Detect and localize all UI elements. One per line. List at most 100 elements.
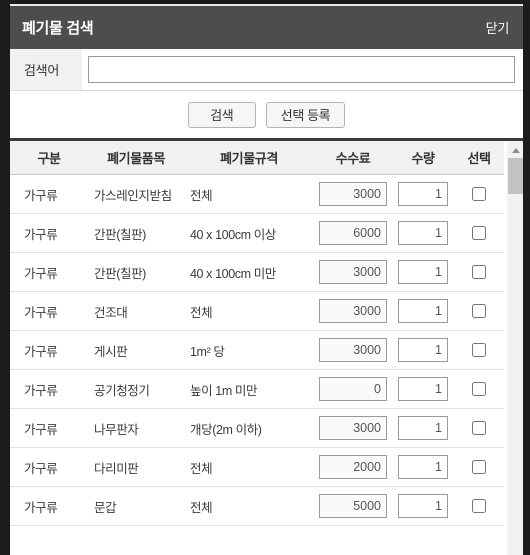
cell-gubun: 가구류 — [10, 447, 88, 487]
column-header-spec: 폐기물규격 — [184, 141, 314, 175]
select-checkbox[interactable] — [472, 343, 486, 358]
quantity-input[interactable] — [398, 338, 448, 362]
cell-gubun: 가구류 — [10, 486, 88, 526]
cell-select — [454, 408, 504, 448]
cell-qty — [392, 291, 454, 331]
cell-item: 문갑 — [88, 486, 184, 526]
waste-results-table: 구분 폐기물품목 폐기물규격 수수료 수량 선택 가구류가스레인지받침전체가구류… — [10, 141, 504, 526]
table-header-row: 구분 폐기물품목 폐기물규격 수수료 수량 선택 — [10, 141, 504, 175]
cell-spec: 전체 — [184, 447, 314, 487]
cell-item: 다리미판 — [88, 447, 184, 487]
select-checkbox[interactable] — [472, 382, 486, 397]
cell-select — [454, 213, 504, 253]
cell-gubun: 가구류 — [10, 252, 88, 292]
cell-spec: 전체 — [184, 291, 314, 331]
cell-item: 게시판 — [88, 330, 184, 370]
browser-chrome: 폐기물 검색 닫기 검색어 검색 선택 등록 구분 폐기물품목 폐기물규격 수수… — [0, 0, 530, 555]
scrollbar-thumb[interactable] — [508, 158, 523, 194]
table-row: 가구류 간판(칠판) 40 x 100cm 미만 — [10, 252, 504, 292]
cell-select — [454, 174, 504, 214]
select-checkbox[interactable] — [472, 187, 486, 202]
cell-item: 건조대 — [88, 291, 184, 331]
select-checkbox[interactable] — [472, 460, 486, 475]
table-row: 가구류 간판(칠판) 40 x 100cm 이상 — [10, 213, 504, 253]
cell-fee — [314, 252, 392, 292]
cell-gubun: 가구류 — [10, 330, 88, 370]
cell-qty — [392, 408, 454, 448]
dialog-titlebar: 폐기물 검색 닫기 — [10, 6, 523, 49]
select-checkbox[interactable] — [472, 265, 486, 280]
select-checkbox[interactable] — [472, 499, 486, 514]
cell-spec: 1m² 당 — [184, 330, 314, 370]
fee-input[interactable] — [319, 377, 387, 401]
cell-fee — [314, 213, 392, 253]
results-scrollbar[interactable] — [506, 141, 523, 555]
column-header-fee: 수수료 — [314, 141, 392, 175]
cell-fee — [314, 447, 392, 487]
quantity-input[interactable] — [398, 260, 448, 284]
cell-select — [454, 330, 504, 370]
cell-gubun: 가구류 — [10, 213, 88, 253]
cell-gubun: 가구류 — [10, 291, 88, 331]
cell-gubun: 가구류 — [10, 174, 88, 214]
cell-fee — [314, 174, 392, 214]
column-header-gubun: 구분 — [10, 141, 88, 175]
search-input-cell — [82, 49, 523, 90]
scroll-up-arrow-icon[interactable] — [507, 143, 523, 157]
select-checkbox[interactable] — [472, 226, 486, 241]
quantity-input[interactable] — [398, 182, 448, 206]
cell-qty — [392, 447, 454, 487]
cell-qty — [392, 252, 454, 292]
cell-fee — [314, 369, 392, 409]
quantity-input[interactable] — [398, 221, 448, 245]
search-label: 검색어 — [10, 49, 82, 90]
fee-input[interactable] — [319, 416, 387, 440]
table-head: 구분 폐기물품목 폐기물규격 수수료 수량 선택 — [10, 141, 504, 175]
quantity-input[interactable] — [398, 377, 448, 401]
cell-gubun: 가구류 — [10, 408, 88, 448]
close-button[interactable]: 닫기 — [486, 18, 510, 37]
fee-input[interactable] — [319, 221, 387, 245]
search-input[interactable] — [88, 56, 515, 83]
search-button[interactable]: 검색 — [187, 101, 256, 128]
column-header-item: 폐기물품목 — [88, 141, 184, 175]
cell-select — [454, 486, 504, 526]
cell-item: 나무판자 — [88, 408, 184, 448]
cell-fee — [314, 486, 392, 526]
cell-qty — [392, 213, 454, 253]
cell-item: 공기청정기 — [88, 369, 184, 409]
table-body: 가구류가스레인지받침전체가구류간판(칠판)40 x 100cm 이상가구류간판(… — [10, 174, 504, 526]
dialog-title: 폐기물 검색 — [22, 20, 94, 37]
cell-spec: 개당(2m 이하) — [184, 408, 314, 448]
register-selection-button[interactable]: 선택 등록 — [265, 101, 346, 128]
cell-fee — [314, 408, 392, 448]
quantity-input[interactable] — [398, 494, 448, 518]
table-row: 가구류 나무판자 개당(2m 이하) — [10, 408, 504, 448]
fee-input[interactable] — [319, 338, 387, 362]
cell-qty — [392, 486, 454, 526]
cell-item: 간판(칠판) — [88, 252, 184, 292]
cell-gubun: 가구류 — [10, 369, 88, 409]
table-row: 가구류 건조대 전체 — [10, 291, 504, 331]
cell-select — [454, 252, 504, 292]
cell-fee — [314, 330, 392, 370]
fee-input[interactable] — [319, 260, 387, 284]
quantity-input[interactable] — [398, 416, 448, 440]
select-checkbox[interactable] — [472, 421, 486, 436]
column-header-select: 선택 — [454, 141, 504, 175]
select-checkbox[interactable] — [472, 304, 486, 319]
column-header-qty: 수량 — [392, 141, 454, 175]
cell-spec: 전체 — [184, 174, 314, 214]
fee-input[interactable] — [319, 299, 387, 323]
fee-input[interactable] — [319, 455, 387, 479]
cell-select — [454, 447, 504, 487]
quantity-input[interactable] — [398, 299, 448, 323]
table-row: 가구류 문갑 전체 — [10, 486, 504, 526]
table-row: 가구류 다리미판 전체 — [10, 447, 504, 487]
cell-spec: 높이 1m 미만 — [184, 369, 314, 409]
fee-input[interactable] — [319, 182, 387, 206]
fee-input[interactable] — [319, 494, 387, 518]
table-row: 가구류 게시판 1m² 당 — [10, 330, 504, 370]
waste-search-dialog: 폐기물 검색 닫기 검색어 검색 선택 등록 구분 폐기물품목 폐기물규격 수수… — [10, 4, 523, 555]
quantity-input[interactable] — [398, 455, 448, 479]
